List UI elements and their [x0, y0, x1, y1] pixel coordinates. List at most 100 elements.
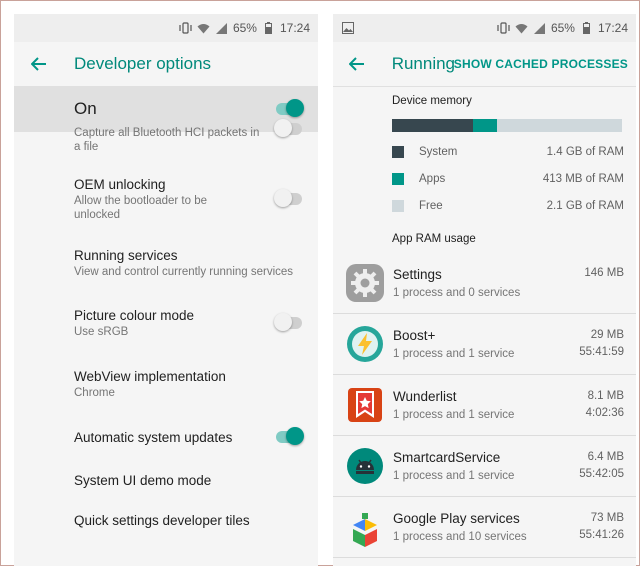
battery-icon [262, 22, 275, 35]
setting-texts: Running services View and control curren… [74, 247, 302, 279]
app-name: Boost+ [393, 327, 436, 343]
gallery-notification-icon [341, 22, 354, 35]
app-name: SmartcardService [393, 449, 501, 465]
memory-segment-apps [472, 119, 497, 132]
setting-title: OEM unlocking [74, 177, 166, 192]
status-bar: 65% 17:24 [14, 14, 318, 42]
setting-subtitle: Allow the bootloader to be unlocked [74, 195, 207, 221]
picture-colour-toggle[interactable] [274, 313, 302, 331]
legend-value: 413 MB of RAM [542, 172, 624, 185]
setting-texts: OEM unlocking Allow the bootloader to be… [74, 176, 276, 222]
toggle-knob [274, 313, 292, 331]
automatic-updates-toggle[interactable] [276, 427, 304, 445]
setting-texts: WebView implementation Chrome [74, 368, 302, 400]
setting-title: Running services [74, 248, 178, 263]
settings-icon [345, 263, 385, 303]
master-toggle[interactable] [276, 99, 304, 117]
setting-subtitle: Capture all Bluetooth HCI packets in a f… [74, 127, 260, 153]
app-name: Wunderlist [393, 388, 457, 404]
status-bar: 65% 17:24 [333, 14, 636, 42]
vibrate-icon [497, 22, 510, 35]
app-process-summary: 1 process and 1 service [393, 408, 515, 421]
setting-title: WebView implementation [74, 369, 226, 384]
memory-legend-system: System 1.4 GB of RAM [392, 138, 624, 165]
app-run-time: 4:02:36 [585, 407, 624, 419]
app-texts: Google Play services 1 process and 10 se… [393, 510, 579, 545]
battery-percent: 65% [232, 21, 257, 35]
app-run-time: 55:41:59 [579, 346, 624, 358]
app-row-wunderlist[interactable]: Wunderlist 1 process and 1 service 8.1 M… [333, 375, 636, 436]
memory-legend-apps: Apps 413 MB of RAM [392, 165, 624, 192]
app-process-summary: 1 process and 0 services [393, 286, 521, 299]
app-row-boost[interactable]: Boost+ 1 process and 1 service 29 MB 55:… [333, 314, 636, 375]
legend-value: 2.1 GB of RAM [546, 199, 624, 212]
app-ram-size: 29 MB [590, 329, 624, 341]
memory-segment-free [496, 119, 622, 132]
back-arrow-icon[interactable] [28, 53, 50, 75]
legend-label: System [419, 145, 458, 158]
setting-oem-unlocking[interactable]: OEM unlocking Allow the bootloader to be… [14, 163, 318, 235]
legend-value: 1.4 GB of RAM [546, 145, 624, 158]
device-memory-section: Device memory System 1.4 GB of RAM Apps … [333, 87, 636, 245]
setting-texts: Automatic system updates [74, 429, 276, 446]
app-ram-size: 73 MB [590, 512, 624, 524]
app-stats: 29 MB 55:41:59 [579, 327, 624, 361]
app-process-summary: 1 process and 1 service [393, 469, 515, 482]
legend-label: Free [419, 199, 443, 212]
wunderlist-icon [345, 385, 385, 425]
bluetooth-hci-toggle[interactable] [274, 119, 302, 137]
setting-title: Quick settings developer tiles [74, 512, 250, 528]
toggle-knob [274, 189, 292, 207]
app-row-smartcardservice[interactable]: SmartcardService 1 process and 1 service… [333, 436, 636, 497]
app-texts: Wunderlist 1 process and 1 service [393, 388, 586, 423]
setting-subtitle: Use sRGB [74, 326, 129, 338]
show-cached-processes-button[interactable]: SHOW CACHED PROCESSES [454, 57, 628, 71]
app-ram-size: 146 MB [584, 267, 624, 279]
signal-icon [533, 22, 546, 35]
setting-title: Picture colour mode [74, 308, 195, 323]
legend-swatch-free [392, 199, 404, 212]
setting-subtitle: Chrome [74, 387, 115, 399]
boost-icon [345, 324, 385, 364]
memory-usage-bar [392, 119, 622, 132]
app-ram-size: 6.4 MB [587, 451, 624, 463]
setting-title: Automatic system updates [74, 429, 233, 445]
toggle-knob [274, 119, 292, 137]
app-row-settings[interactable]: Settings 1 process and 0 services 146 MB [333, 253, 636, 314]
app-run-time: 55:42:05 [579, 468, 624, 480]
vibrate-icon [179, 22, 192, 35]
app-name: Settings [393, 266, 442, 282]
app-process-summary: 1 process and 10 services [393, 530, 527, 543]
app-texts: Boost+ 1 process and 1 service [393, 327, 579, 362]
setting-picture-colour-mode[interactable]: Picture colour mode Use sRGB [14, 291, 318, 355]
setting-system-ui-demo-mode[interactable]: System UI demo mode [14, 461, 318, 499]
page-title: Developer options [74, 54, 212, 73]
app-ram-usage-heading: App RAM usage [392, 233, 476, 245]
legend-swatch-apps [392, 172, 404, 185]
status-time: 17:24 [279, 21, 310, 35]
setting-texts: Picture colour mode Use sRGB [74, 307, 276, 339]
signal-icon [215, 22, 228, 35]
app-run-time: 55:41:26 [579, 529, 624, 541]
setting-texts: System UI demo mode [74, 472, 302, 489]
app-name: Google Play services [393, 510, 520, 526]
oem-unlocking-toggle[interactable] [274, 189, 302, 207]
app-ram-list: Settings 1 process and 0 services 146 MB… [333, 253, 636, 558]
app-row-google-play-services[interactable]: Google Play services 1 process and 10 se… [333, 497, 636, 558]
app-stats: 73 MB 55:41:26 [579, 510, 624, 544]
battery-icon [580, 22, 593, 35]
app-bar: Running services SHOW CACHED PROCESSES [333, 42, 636, 86]
setting-quick-settings-tiles[interactable]: Quick settings developer tiles [14, 499, 318, 541]
setting-running-services[interactable]: Running services View and control curren… [14, 235, 318, 291]
running-services-screen: 65% 17:24 Running services SHOW CACHED P… [333, 14, 636, 566]
app-stats: 6.4 MB 55:42:05 [579, 449, 624, 483]
app-bar: Developer options [14, 42, 318, 86]
setting-webview-implementation[interactable]: WebView implementation Chrome [14, 355, 318, 413]
android-icon [345, 446, 385, 486]
setting-automatic-system-updates[interactable]: Automatic system updates [14, 413, 318, 461]
legend-swatch-system [392, 145, 404, 158]
app-ram-size: 8.1 MB [587, 390, 624, 402]
wifi-icon [197, 22, 210, 35]
setting-bluetooth-hci-log[interactable]: Capture all Bluetooth HCI packets in a f… [14, 119, 318, 163]
back-arrow-icon[interactable] [347, 53, 368, 75]
